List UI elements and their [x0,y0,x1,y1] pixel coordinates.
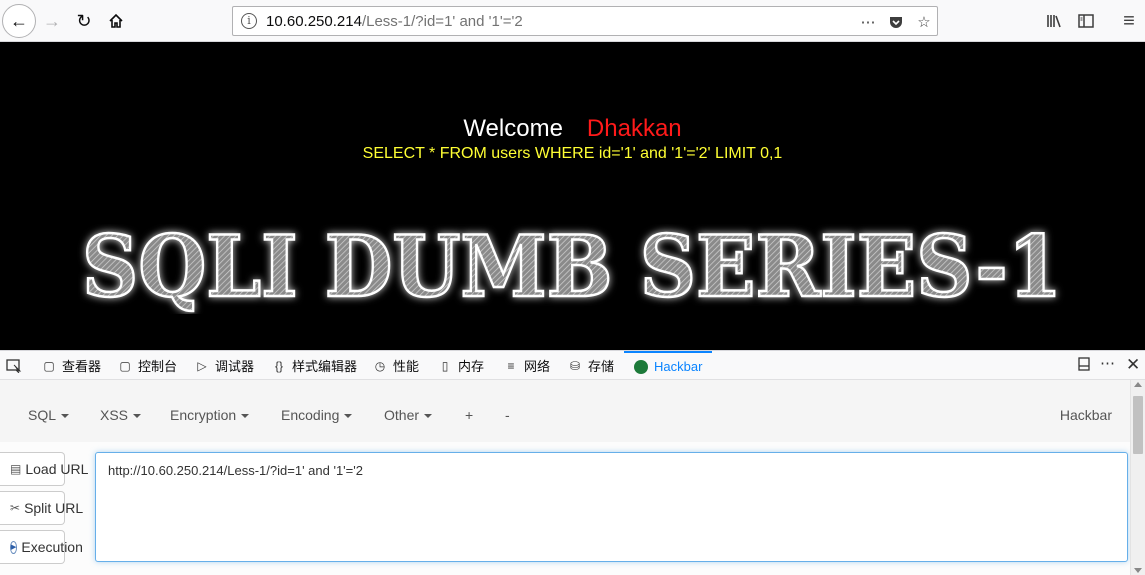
tab-label: Hackbar [654,359,703,374]
font-decrease-button[interactable]: - [505,407,510,423]
debugger-icon: ▷ [197,358,207,373]
font-increase-button[interactable]: + [465,407,473,423]
tab-label: 查看器 [62,359,102,374]
load-url-button[interactable]: ▤ Load URL [0,452,88,486]
scissors-icon: ✂ [10,501,21,515]
menu-xss-label: XSS [100,407,129,423]
bookmark-star-icon[interactable]: ☆ [913,11,935,33]
more-options-icon[interactable]: ⋯ [1100,354,1115,372]
scroll-up-icon[interactable] [1134,382,1142,387]
load-url-label: Load URL [25,461,89,477]
storage-icon: ⛁ [569,358,581,373]
execute-button[interactable]: ▶ Execution [0,530,83,564]
scroll-thumb[interactable] [1133,396,1143,454]
memory-icon: ▯ [441,358,449,373]
hackbar-brand: Hackbar [1059,407,1112,423]
back-arrow-icon: ← [10,10,28,31]
execute-label: Execution [21,539,83,555]
menu-sql-label: SQL [28,407,57,423]
forward-arrow-icon: → [43,10,61,31]
tab-style-editor[interactable]: {} 样式编辑器 [272,351,357,380]
hackbar-scrollbar[interactable] [1130,380,1145,575]
hackbar-icon: o [634,359,648,374]
chevron-down-icon [241,414,250,419]
tab-label: 内存 [458,359,485,374]
tab-label: 性能 [393,359,420,374]
url-path: /Less-1/?id=1' and '1'='2 [361,13,523,30]
tab-debugger[interactable]: ▷ 调试器 [195,351,254,380]
performance-icon: ◷ [374,358,386,373]
sidebar-icon[interactable] [1075,10,1097,32]
sql-query-text: SELECT * FROM users WHERE id='1' and '1'… [362,145,783,162]
tab-label: 存储 [588,359,615,374]
tab-memory[interactable]: ▯ 内存 [438,351,484,380]
close-devtools-icon[interactable]: ✕ [1126,355,1140,375]
menu-encoding[interactable]: Encoding [281,407,353,423]
menu-encoding-label: Encoding [281,407,340,423]
play-icon: ▶ [10,540,18,554]
reload-icon: ↻ [76,10,92,31]
page-actions-icon[interactable]: ⋯ [857,11,879,33]
tab-label: 控制台 [138,359,178,374]
chevron-down-icon [61,414,70,419]
tab-label: 网络 [524,359,551,374]
scroll-down-icon[interactable] [1134,568,1142,573]
hackbar-panel: SQL XSS Encryption Encoding Other + - Ha… [0,380,1130,575]
menu-encryption[interactable]: Encryption [170,407,250,423]
home-icon [109,13,123,28]
tab-console[interactable]: ▢ 控制台 [118,351,177,380]
back-button[interactable]: ← [2,4,36,38]
chevron-down-icon [424,414,433,419]
banner-text: SQLI DUMB SERIES-1 [82,224,1062,314]
tab-label: 调试器 [215,359,255,374]
menu-other-label: Other [384,407,420,423]
element-picker-icon [6,358,22,373]
inspector-icon: ▢ [43,358,55,373]
url-textarea[interactable]: http://10.60.250.214/Less-1/?id=1' and '… [95,452,1128,562]
load-url-icon: ▤ [10,462,22,476]
tab-hackbar[interactable]: o Hackbar [624,351,713,380]
chevron-down-icon [344,414,353,419]
tab-network[interactable]: ≡ 网络 [504,351,550,380]
tab-performance[interactable]: ◷ 性能 [373,351,419,380]
tab-label: 样式编辑器 [292,359,358,374]
console-icon: ▢ [119,358,131,373]
welcome-label: Welcome [463,115,563,142]
tab-inspector[interactable]: ▢ 查看器 [42,351,101,380]
site-info-icon[interactable]: i [241,13,257,29]
menu-icon[interactable]: ≡ [1118,10,1140,32]
split-url-label: Split URL [24,500,84,516]
url-text[interactable]: 10.60.250.214/Less-1/?id=1' and '1'='2 [266,13,523,30]
style-editor-icon: {} [274,358,283,373]
username: Dhakkan [586,115,682,142]
home-button[interactable] [100,5,132,37]
dock-toggle-icon[interactable] [1078,357,1090,375]
browser-toolbar: ← → ↻ i 10.60.250.214/Less-1/?id=1' and … [0,0,1145,42]
network-icon: ≡ [507,358,515,373]
welcome-line: Welcome Dhakkan [0,115,1145,143]
menu-other[interactable]: Other [384,407,433,423]
library-icon[interactable] [1044,10,1066,32]
element-picker-button[interactable] [6,351,22,380]
hackbar-menu: SQL XSS Encryption Encoding Other + - Ha… [0,380,1130,442]
chevron-down-icon [133,414,142,419]
pocket-icon[interactable] [885,11,907,33]
forward-button[interactable]: → [36,5,68,37]
devtools-tab-bar: ▢ 查看器 ▢ 控制台 ▷ 调试器 {} 样式编辑器 ◷ 性能 ▯ 内存 ≡ 网络 ⛁ 存储 o… [0,350,1145,380]
menu-encryption-label: Encryption [170,407,237,423]
reload-button[interactable]: ↻ [68,5,100,37]
url-host: 10.60.250.214 [266,13,362,30]
url-bar[interactable]: i 10.60.250.214/Less-1/?id=1' and '1'='2… [232,6,938,36]
web-page: Welcome Dhakkan SELECT * FROM users WHERE… [0,42,1145,350]
menu-xss[interactable]: XSS [100,407,142,423]
banner-logo: SQLI DUMB SERIES-1 [72,216,1072,318]
menu-sql[interactable]: SQL [28,407,70,423]
tab-storage[interactable]: ⛁ 存储 [568,351,614,380]
split-url-button[interactable]: ✂ Split URL [0,491,83,525]
